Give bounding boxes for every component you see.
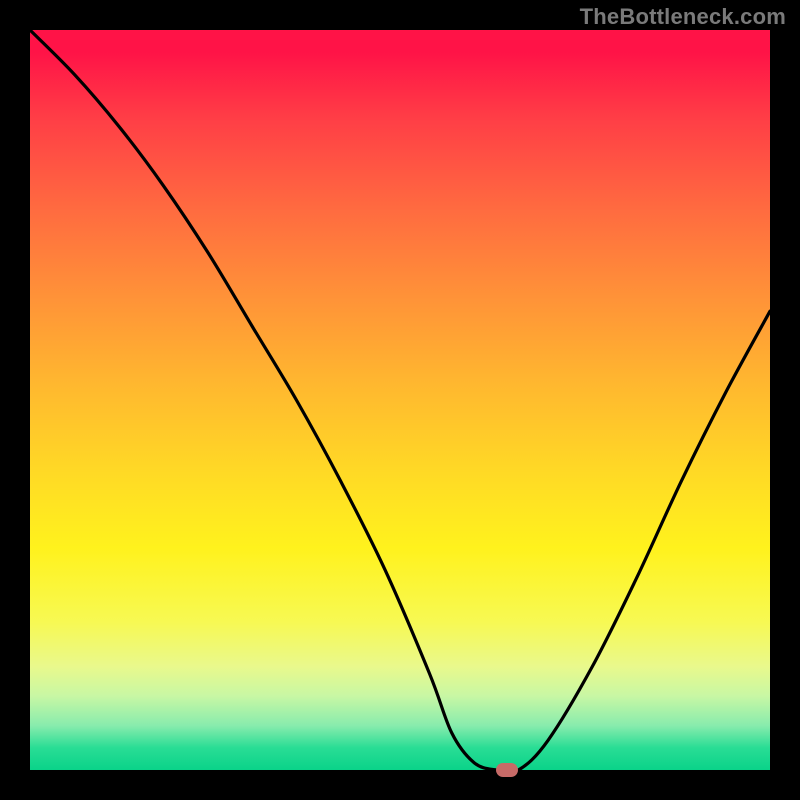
plot-area bbox=[30, 30, 770, 770]
curve-svg bbox=[30, 30, 770, 770]
bottleneck-curve-path bbox=[30, 30, 770, 772]
optimal-point-marker bbox=[496, 763, 518, 777]
chart-frame: TheBottleneck.com bbox=[0, 0, 800, 800]
watermark-text: TheBottleneck.com bbox=[580, 4, 786, 30]
